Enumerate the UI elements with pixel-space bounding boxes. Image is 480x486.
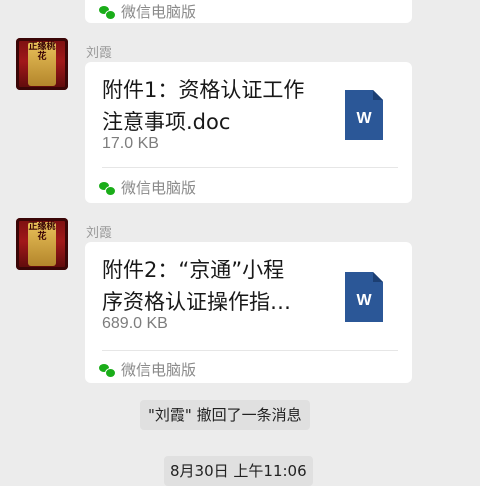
sender-avatar[interactable]: 正缘桃花 (16, 38, 68, 90)
source-label: 微信电脑版 (121, 179, 197, 197)
word-doc-icon: W (345, 90, 383, 140)
file-message-card[interactable]: 附件2：“京通”小程 序资格认证操作指… 689.0 KB W 微信电脑版 (85, 242, 412, 383)
file-title-line2: 注意事项.doc (102, 110, 231, 134)
sender-name: 刘霞 (86, 46, 113, 61)
source-label: 微信电脑版 (121, 3, 197, 21)
source-row: 微信电脑版 (99, 177, 196, 198)
partial-file-card[interactable]: 微信电脑版 (85, 0, 412, 23)
source-row: 微信电脑版 (99, 359, 196, 380)
file-message-card[interactable]: 附件1：资格认证工作 注意事项.doc 17.0 KB W 微信电脑版 (85, 62, 412, 203)
source-row: 微信电脑版 (99, 1, 196, 22)
sender-name: 刘霞 (86, 226, 113, 241)
file-size: 689.0 KB (102, 315, 168, 332)
source-label: 微信电脑版 (121, 361, 197, 379)
wechat-icon (99, 5, 116, 20)
file-size: 17.0 KB (102, 135, 159, 152)
wechat-icon (99, 181, 116, 196)
wechat-icon (99, 363, 116, 378)
svg-text:W: W (356, 110, 372, 127)
card-divider (102, 167, 398, 168)
avatar-text: 正缘桃花 (28, 222, 56, 242)
file-title-line1: 附件1：资格认证工作 (102, 78, 305, 102)
card-divider (102, 350, 398, 351)
file-title-line1: 附件2：“京通”小程 (102, 258, 285, 282)
avatar-text: 正缘桃花 (28, 42, 56, 62)
sender-avatar[interactable]: 正缘桃花 (16, 218, 68, 270)
timestamp: 8月30日 上午11:06 (164, 456, 313, 486)
recall-notice: "刘霞" 撤回了一条消息 (140, 400, 310, 430)
word-doc-icon: W (345, 272, 383, 322)
svg-text:W: W (356, 292, 372, 309)
file-title-line2: 序资格认证操作指… (102, 290, 291, 314)
